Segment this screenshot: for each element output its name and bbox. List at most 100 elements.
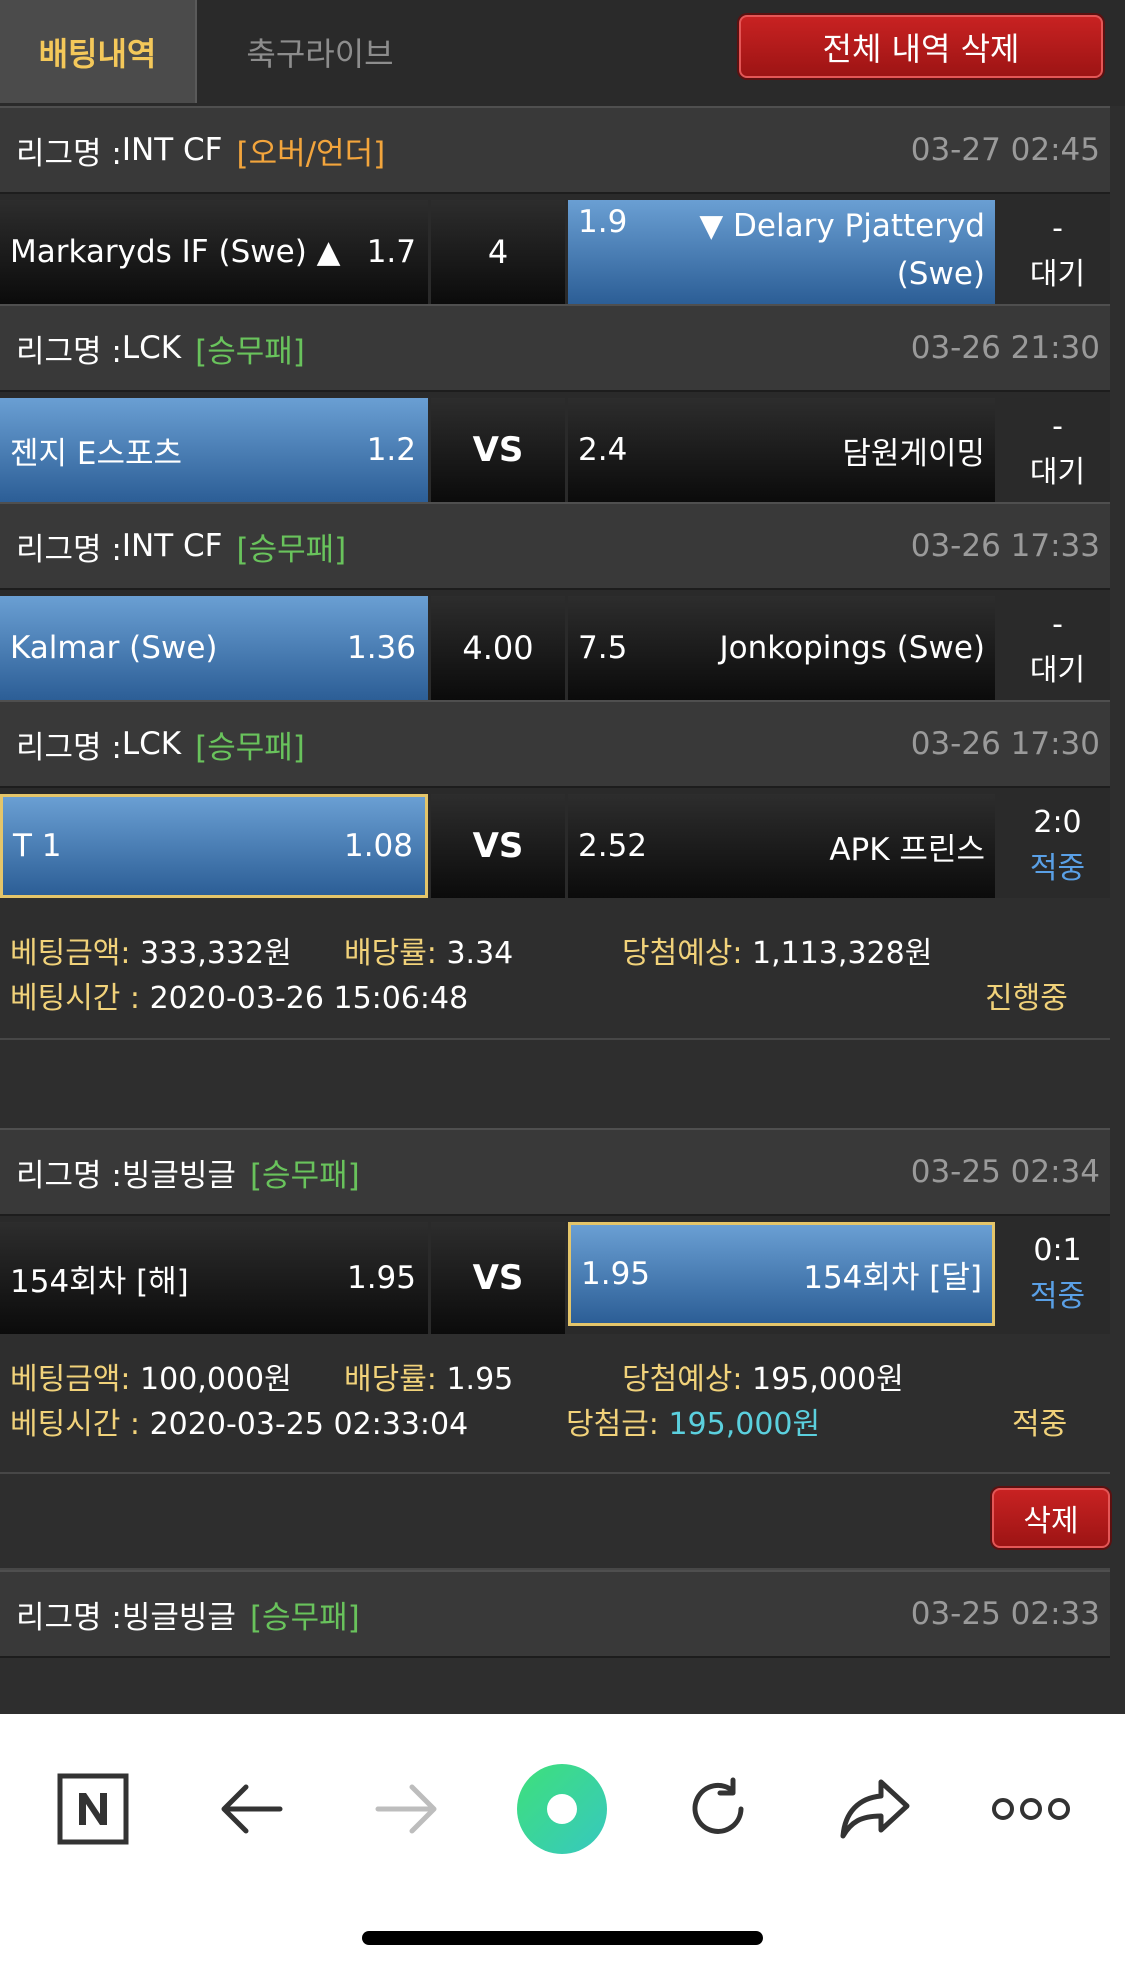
odds-label: 배당률: bbox=[344, 936, 447, 971]
top-tab-bar: 배팅내역 축구라이브 전체 내역 삭제 bbox=[0, 0, 1125, 106]
match-time: 03-26 17:33 bbox=[910, 528, 1100, 564]
bet-amount: 333,332원 bbox=[140, 936, 292, 971]
home-odd: 1.7 bbox=[366, 234, 416, 270]
league-prefix: 리그명 : bbox=[16, 135, 122, 172]
league-header: 리그명 : LCK [승무패] 03-26 17:30 bbox=[0, 700, 1110, 788]
match-time: 03-25 02:34 bbox=[910, 1154, 1100, 1190]
betting-history-list: 리그명 : INT CF [오버/언더] 03-27 02:45 Markary… bbox=[0, 106, 1110, 1658]
match-result: - 대기 bbox=[1000, 398, 1115, 502]
versus-label: VS bbox=[431, 1222, 565, 1334]
match-row: Kalmar (Swe) 1.36 4.00 7.5 Jonkopings (S… bbox=[0, 590, 1110, 700]
expected-win-label: 당첨예상: bbox=[622, 1362, 753, 1397]
league-header: 리그명 : 빙글빙글 [승무패] 03-25 02:33 bbox=[0, 1570, 1110, 1658]
bet-time: 2020-03-26 15:06:48 bbox=[149, 981, 469, 1016]
away-odd: 2.4 bbox=[578, 432, 628, 468]
away-team: Jonkopings (Swe) bbox=[719, 630, 985, 666]
total-odds: 1.95 bbox=[446, 1362, 514, 1397]
away-team: 담원게이밍 bbox=[842, 435, 985, 472]
bet-type: [승무패] bbox=[195, 333, 305, 370]
slip-status: 적중 bbox=[1012, 1407, 1068, 1442]
tab-soccer-live[interactable]: 축구라이브 bbox=[210, 0, 430, 103]
away-option[interactable]: 1.95 154회차 [달] bbox=[568, 1222, 995, 1326]
tab-betting-history[interactable]: 배팅내역 bbox=[0, 0, 197, 103]
home-option[interactable]: 젠지 E스포츠 1.2 bbox=[0, 398, 428, 502]
home-team: Kalmar (Swe) bbox=[10, 630, 218, 666]
home-option[interactable]: Markaryds IF (Swe) ▲ 1.7 bbox=[0, 200, 428, 304]
bet-time: 2020-03-25 02:33:04 bbox=[149, 1407, 469, 1442]
expected-win: 1,113,328원 bbox=[752, 936, 933, 971]
away-option[interactable]: 7.5 Jonkopings (Swe) bbox=[568, 596, 995, 700]
total-odds: 3.34 bbox=[446, 936, 514, 971]
match-time: 03-26 17:30 bbox=[910, 726, 1100, 762]
bet-type: [승무패] bbox=[236, 531, 347, 568]
away-odd: 1.9 bbox=[578, 204, 628, 240]
league-name: INT CF bbox=[121, 132, 223, 168]
odds-label: 배당률: bbox=[344, 1362, 447, 1397]
back-arrow-icon[interactable] bbox=[196, 1744, 306, 1874]
league-header: 리그명 : INT CF [승무패] 03-26 17:33 bbox=[0, 502, 1110, 590]
home-team: Markaryds IF (Swe) ▲ bbox=[10, 234, 341, 270]
away-team: ▼ Delary Pjatteryd (Swe) bbox=[699, 208, 985, 292]
bet-time-label: 베팅시간 : bbox=[10, 981, 150, 1016]
home-odd: 1.95 bbox=[346, 1260, 416, 1296]
result-score: - bbox=[1052, 607, 1063, 642]
versus-label: VS bbox=[431, 794, 565, 898]
match-time: 03-26 21:30 bbox=[910, 330, 1100, 366]
delete-row: 삭제 bbox=[0, 1474, 1110, 1570]
clear-all-history-button[interactable]: 전체 내역 삭제 bbox=[739, 15, 1103, 78]
more-icon[interactable] bbox=[976, 1744, 1086, 1874]
league-name: 빙글빙글 bbox=[121, 1157, 236, 1194]
result-status: 대기 bbox=[1029, 653, 1086, 688]
expected-win: 195,000원 bbox=[752, 1362, 904, 1397]
refresh-icon[interactable] bbox=[663, 1744, 773, 1874]
league-name: LCK bbox=[121, 726, 182, 762]
home-option[interactable]: 154회차 [해] 1.95 bbox=[0, 1222, 428, 1334]
away-odd: 2.52 bbox=[578, 828, 648, 864]
draw-option[interactable]: 4.00 bbox=[431, 596, 565, 700]
bet-amount-label: 베팅금액: bbox=[10, 936, 141, 971]
league-prefix: 리그명 : bbox=[16, 333, 122, 370]
home-odd: 1.2 bbox=[366, 432, 416, 468]
league-header: 리그명 : LCK [승무패] 03-26 21:30 bbox=[0, 304, 1110, 392]
league-prefix: 리그명 : bbox=[16, 1599, 122, 1636]
match-result: - 대기 bbox=[1000, 200, 1115, 304]
bet-slip-summary: 베팅금액: 100,000원 배당률: 1.95 당첨예상: 195,000원 … bbox=[0, 1334, 1110, 1474]
bet-type: [승무패] bbox=[249, 1157, 360, 1194]
league-name: LCK bbox=[121, 330, 182, 366]
share-icon[interactable] bbox=[820, 1744, 930, 1874]
away-option[interactable]: 2.52 APK 프린스 bbox=[568, 794, 995, 898]
league-name: INT CF bbox=[121, 528, 223, 564]
winnings-amount: 195,000원 bbox=[668, 1407, 821, 1442]
draw-option[interactable]: 4 bbox=[431, 200, 565, 304]
home-team: 154회차 [해] bbox=[10, 1263, 189, 1300]
result-score: - bbox=[1052, 409, 1063, 444]
match-result: 2:0 적중 bbox=[1000, 794, 1115, 898]
home-indicator bbox=[362, 1931, 763, 1945]
home-option[interactable]: Kalmar (Swe) 1.36 bbox=[0, 596, 428, 700]
league-name: 빙글빙글 bbox=[121, 1599, 236, 1636]
away-team: APK 프린스 bbox=[829, 831, 985, 868]
delete-button[interactable]: 삭제 bbox=[992, 1488, 1110, 1548]
league-header: 리그명 : INT CF [오버/언더] 03-27 02:45 bbox=[0, 106, 1110, 194]
away-option[interactable]: 2.4 담원게이밍 bbox=[568, 398, 995, 502]
away-odd: 1.95 bbox=[581, 1256, 651, 1292]
home-option[interactable]: T 1 1.08 bbox=[0, 794, 428, 898]
match-row: 젠지 E스포츠 1.2 VS 2.4 담원게이밍 - 대기 bbox=[0, 392, 1110, 502]
green-dot-icon[interactable] bbox=[507, 1744, 617, 1874]
bet-type: [승무패] bbox=[195, 729, 305, 766]
bet-amount-label: 베팅금액: bbox=[10, 1362, 141, 1397]
away-team: 154회차 [달] bbox=[803, 1259, 982, 1296]
naver-icon[interactable] bbox=[38, 1744, 148, 1874]
result-status: 대기 bbox=[1029, 257, 1086, 292]
match-result: - 대기 bbox=[1000, 596, 1115, 700]
slip-status: 진행중 bbox=[985, 981, 1068, 1016]
league-header: 리그명 : 빙글빙글 [승무패] 03-25 02:34 bbox=[0, 1128, 1110, 1216]
match-time: 03-25 02:33 bbox=[910, 1596, 1100, 1632]
result-status: 적중 bbox=[1029, 851, 1086, 886]
bet-time-label: 베팅시간 : bbox=[10, 1407, 150, 1442]
away-option[interactable]: 1.9 ▼ Delary Pjatteryd (Swe) bbox=[568, 200, 995, 304]
home-odd: 1.08 bbox=[343, 828, 413, 864]
result-status: 적중 bbox=[1029, 1279, 1086, 1314]
browser-toolbar bbox=[0, 1714, 1125, 1967]
versus-label: VS bbox=[431, 398, 565, 502]
